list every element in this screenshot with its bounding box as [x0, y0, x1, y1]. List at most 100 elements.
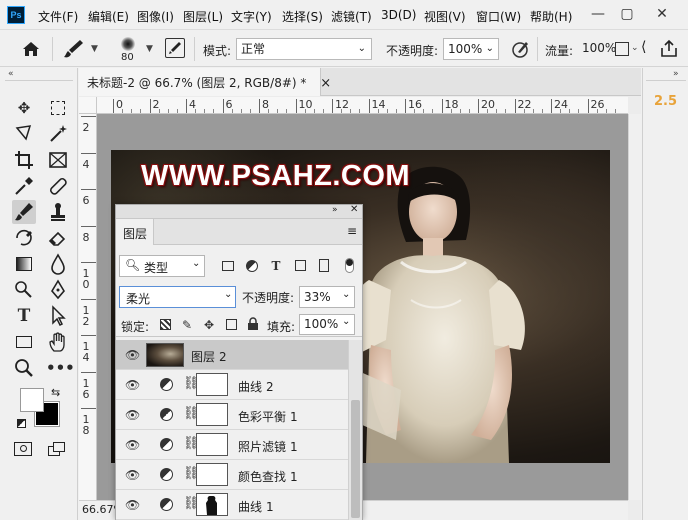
frame-tool-icon[interactable] — [46, 148, 70, 172]
layer-row[interactable]: 👁︎ ⛓︎ 曲线 2 — [116, 370, 348, 400]
brush-tool-preset-icon[interactable] — [62, 38, 86, 60]
hand-tool-icon[interactable] — [46, 330, 70, 354]
dodge-tool-icon[interactable] — [12, 278, 36, 302]
pen-tool-icon[interactable] — [46, 278, 70, 302]
lock-all-icon[interactable] — [245, 317, 261, 333]
document-tab[interactable]: 未标题-2 @ 66.7% (图层 2, RGB/8#) * × — [79, 68, 331, 96]
layer-opacity-field[interactable]: 33% ⌄ — [299, 286, 355, 308]
close-button[interactable]: ✕ — [650, 4, 674, 24]
swap-colors-icon[interactable]: ⇆ — [51, 386, 60, 399]
mode-select[interactable]: 正常 ⌄ — [236, 38, 372, 60]
magic-wand-icon[interactable] — [46, 122, 70, 146]
menu-select[interactable]: 选择(S) — [282, 8, 323, 25]
menu-3d[interactable]: 3D(D) — [381, 8, 416, 22]
airbrush-icon[interactable] — [615, 42, 629, 56]
blend-mode-select[interactable]: 柔光 ⌄ — [119, 286, 236, 308]
layer-row[interactable]: 👁︎ ⛓︎ 颜色查找 1 — [116, 460, 348, 490]
tab-layers[interactable]: 图层 — [116, 219, 154, 245]
brush-tool-icon[interactable] — [12, 200, 36, 224]
eyedropper-icon[interactable] — [12, 174, 36, 198]
menu-edit[interactable]: 编辑(E) — [88, 8, 129, 25]
visibility-eye-icon[interactable]: 👁︎ — [125, 468, 140, 482]
close-tab-icon[interactable]: × — [320, 76, 331, 91]
lock-image-pixels-icon[interactable]: ✎ — [179, 317, 195, 333]
filter-smart-object-icon[interactable] — [316, 258, 332, 274]
filter-pixel-icon[interactable] — [220, 258, 236, 274]
collapse-panel-icon[interactable]: « — [8, 69, 14, 79]
layer-mask-thumbnail[interactable] — [196, 373, 228, 396]
layer-row[interactable]: 👁︎ ⛓︎ 色彩平衡 1 — [116, 400, 348, 430]
menu-help[interactable]: 帮助(H) — [530, 8, 572, 25]
collapse-panel-icon[interactable]: » — [673, 69, 679, 79]
screen-mode-icon[interactable] — [48, 442, 68, 457]
rectangle-tool-icon[interactable] — [12, 330, 36, 354]
minimize-button[interactable]: — — [586, 4, 610, 24]
scrollbar-thumb[interactable] — [351, 400, 360, 518]
quick-mask-icon[interactable] — [14, 442, 32, 456]
panel-value-readout[interactable]: 2.5 — [654, 94, 677, 109]
healing-brush-icon[interactable] — [46, 174, 70, 198]
layer-mask-thumbnail[interactable] — [196, 493, 228, 516]
eraser-icon[interactable] — [46, 226, 70, 250]
menu-window[interactable]: 窗口(W) — [476, 8, 521, 25]
lock-artboard-icon[interactable] — [223, 317, 239, 333]
path-selection-icon[interactable] — [46, 304, 70, 328]
chevron-down-icon[interactable]: ▼ — [91, 44, 98, 54]
layer-row[interactable]: 👁︎ 图层 2 — [116, 340, 348, 370]
chevron-down-icon[interactable]: ⌄ — [631, 43, 639, 53]
vertical-ruler[interactable]: 2 4 6 8 1 0 1 2 1 4 1 6 1 8 — [79, 114, 97, 520]
menu-image[interactable]: 图像(I) — [137, 8, 174, 25]
visibility-eye-icon[interactable]: 👁︎ — [125, 378, 140, 392]
layer-row[interactable]: 👁︎ ⛓︎ 照片滤镜 1 — [116, 430, 348, 460]
menu-filter[interactable]: 滤镜(T) — [331, 8, 372, 25]
visibility-eye-icon[interactable]: 👁︎ — [125, 438, 140, 452]
visibility-eye-icon[interactable]: 👁︎ — [125, 408, 140, 422]
menu-type[interactable]: 文字(Y) — [231, 8, 272, 25]
opacity-field[interactable]: 100% ⌄ — [443, 38, 499, 60]
home-icon[interactable] — [20, 39, 42, 59]
gradient-tool-icon[interactable] — [12, 252, 36, 276]
fill-field[interactable]: 100% ⌄ — [299, 314, 355, 335]
vertical-scrollbar[interactable] — [628, 114, 641, 500]
layer-filter-select[interactable]: 🔍︎ 类型 ⌄ — [119, 255, 205, 277]
lock-transparent-pixels-icon[interactable] — [157, 317, 173, 333]
filter-toggle-switch[interactable] — [345, 258, 354, 273]
flow-field[interactable]: 100% — [580, 38, 616, 60]
lasso-tool-icon[interactable] — [12, 122, 36, 146]
filter-adjustment-icon[interactable] — [244, 258, 260, 274]
close-panel-icon[interactable]: ✕ — [350, 204, 358, 215]
visibility-eye-icon[interactable]: 👁︎ — [125, 498, 140, 512]
brush-size-picker[interactable]: 80 — [116, 35, 140, 65]
menu-view[interactable]: 视图(V) — [424, 8, 466, 25]
blur-tool-icon[interactable] — [46, 252, 70, 276]
lock-position-icon[interactable]: ✥ — [201, 317, 217, 333]
menu-layer[interactable]: 图层(L) — [183, 8, 223, 25]
brush-settings-toggle-icon[interactable] — [165, 38, 185, 58]
layers-scrollbar[interactable] — [348, 340, 362, 520]
restore-button[interactable]: ▢ — [615, 4, 639, 24]
more-tools-icon[interactable]: ••• — [46, 356, 75, 380]
layer-mask-thumbnail[interactable] — [196, 463, 228, 486]
filter-shape-icon[interactable] — [292, 258, 308, 274]
type-tool-icon[interactable]: T — [12, 304, 36, 328]
panel-menu-icon[interactable]: ≡ — [347, 224, 357, 238]
collapse-panel-icon[interactable]: » — [332, 205, 338, 215]
clone-stamp-icon[interactable] — [46, 200, 70, 224]
layer-mask-thumbnail[interactable] — [196, 403, 228, 426]
horizontal-ruler[interactable]: 0 2 4 6 8 10 12 14 16 18 20 22 24 26 — [97, 97, 628, 114]
default-colors-icon[interactable] — [17, 419, 26, 428]
crop-tool-icon[interactable] — [12, 148, 36, 172]
layer-row[interactable]: 👁︎ ⛓︎ 曲线 1 — [116, 490, 348, 520]
visibility-eye-icon[interactable]: 👁︎ — [125, 348, 140, 362]
share-icon[interactable] — [658, 38, 680, 60]
chevron-down-icon[interactable]: ▼ — [146, 44, 153, 54]
foreground-color-swatch[interactable] — [20, 388, 44, 412]
filter-type-icon[interactable]: T — [268, 258, 284, 274]
layer-mask-thumbnail[interactable] — [196, 433, 228, 456]
marquee-tool-icon[interactable] — [46, 96, 70, 120]
pressure-opacity-icon[interactable] — [509, 38, 531, 60]
move-tool-icon[interactable]: ✥ — [12, 96, 36, 120]
smoothing-icon[interactable]: ⟨ — [641, 39, 646, 55]
zoom-tool-icon[interactable] — [12, 356, 36, 380]
history-brush-icon[interactable] — [12, 226, 36, 250]
